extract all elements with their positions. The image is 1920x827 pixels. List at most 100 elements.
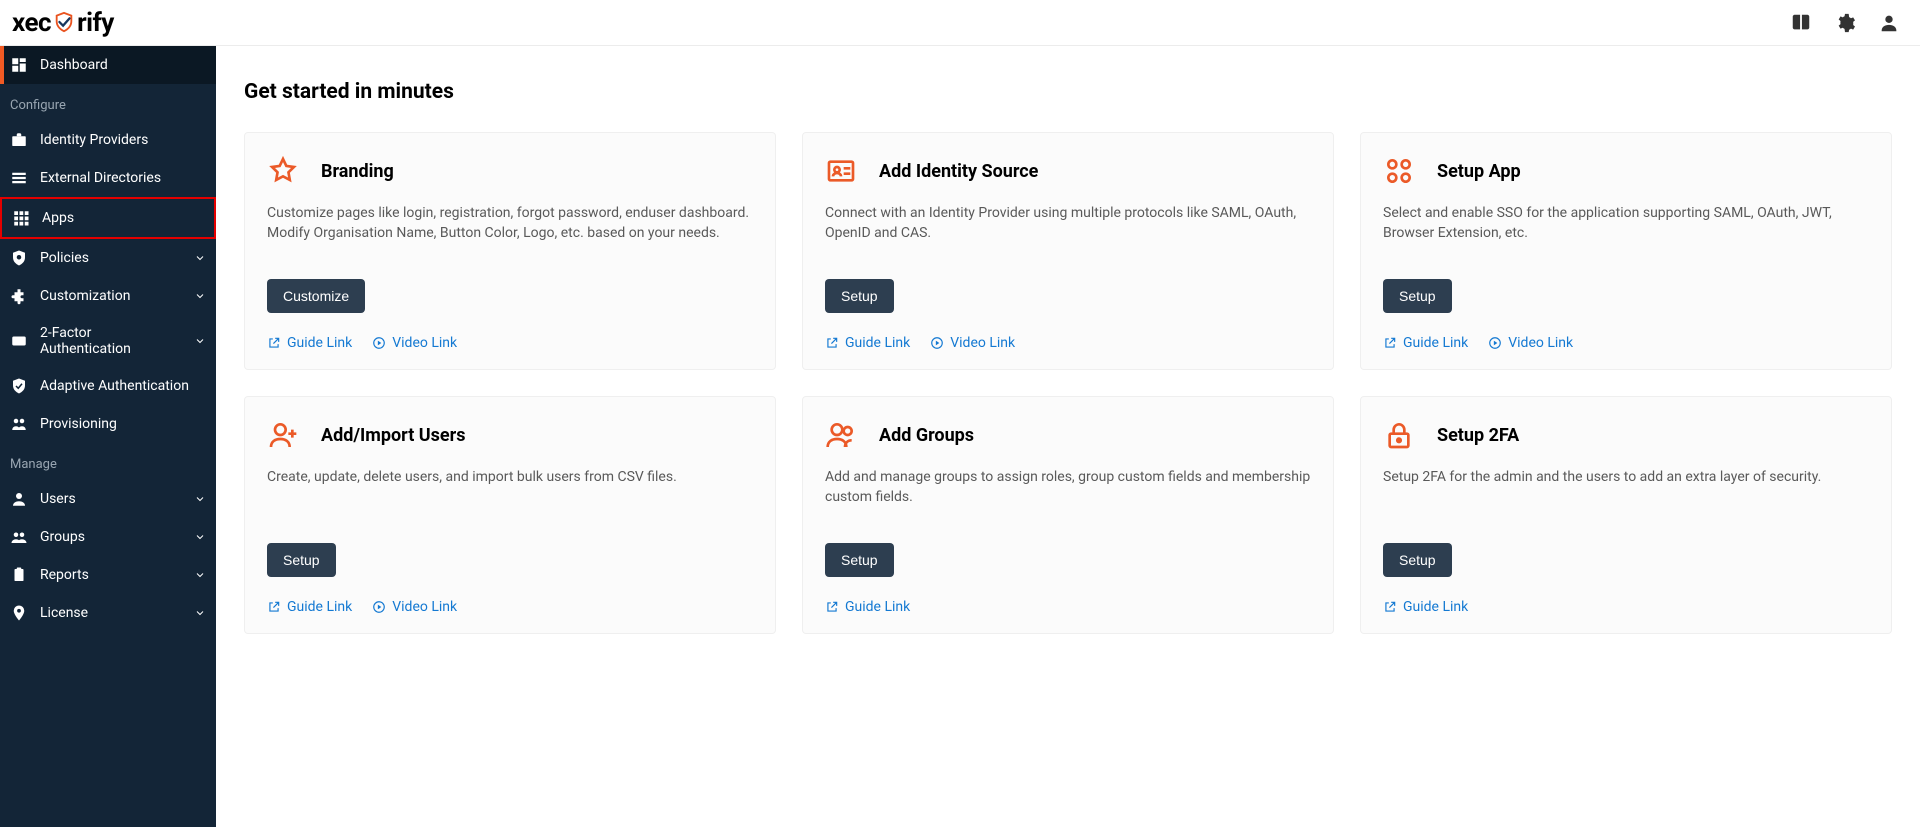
card-add-import-users: Add/Import Users Create, update, delete u… — [244, 396, 776, 634]
sidebar-section-title: Configure — [0, 84, 216, 121]
card-branding: BrandingCustomize pages like login, regi… — [244, 132, 776, 370]
user-icon — [10, 490, 28, 508]
logo-text-left: xec — [12, 8, 51, 38]
chevron-down-icon — [194, 531, 206, 543]
sidebar: DashboardConfigure Identity Providers Exte… — [0, 46, 216, 827]
book-icon[interactable] — [1790, 12, 1812, 34]
card-links: Guide Link Video Link — [267, 599, 753, 615]
logo-text-right: rify — [77, 8, 114, 38]
sidebar-item-label: External Directories — [40, 170, 206, 186]
sidebar-item-identity-providers[interactable]: Identity Providers — [0, 121, 216, 159]
card-links: Guide Link — [1383, 599, 1869, 615]
chevron-down-icon — [194, 607, 206, 619]
star-icon — [267, 155, 299, 187]
shield-icon — [53, 10, 75, 36]
video-link[interactable]: Video Link — [930, 335, 1015, 351]
card-add-identity-source: Add Identity Source Connect with an Ident… — [802, 132, 1334, 370]
guide-link[interactable]: Guide Link — [1383, 599, 1468, 615]
sidebar-item-users[interactable]: Users — [0, 480, 216, 518]
card-desc: Add and manage groups to assign roles, g… — [825, 467, 1311, 525]
sidebar-item-apps[interactable]: Apps — [0, 197, 216, 239]
shield-icon — [10, 377, 28, 395]
video-link[interactable]: Video Link — [1488, 335, 1573, 351]
guide-link[interactable]: Guide Link — [825, 599, 910, 615]
card-add-groups: Add Groups Add and manage groups to assig… — [802, 396, 1334, 634]
location-icon — [10, 604, 28, 622]
sidebar-item-label: Users — [40, 491, 182, 507]
card-action-button[interactable]: Setup — [825, 279, 894, 313]
sidebar-item-label: Provisioning — [40, 416, 206, 432]
card-action-button[interactable]: Setup — [1383, 543, 1452, 577]
play-icon — [372, 600, 386, 614]
guide-link[interactable]: Guide Link — [1383, 335, 1468, 351]
play-icon — [372, 336, 386, 350]
open-icon — [1383, 336, 1397, 350]
people-sync-icon — [10, 415, 28, 433]
guide-link-label: Guide Link — [287, 599, 352, 615]
guide-link[interactable]: Guide Link — [825, 335, 910, 351]
card-action-button[interactable]: Setup — [1383, 279, 1452, 313]
sidebar-item-2-factor-authentication[interactable]: 2-Factor Authentication — [0, 315, 216, 367]
dashboard-icon — [10, 56, 28, 74]
sidebar-item-adaptive-authentication[interactable]: Adaptive Authentication — [0, 367, 216, 405]
video-link-label: Video Link — [392, 599, 457, 615]
card-head: Setup 2FA — [1383, 419, 1869, 451]
video-link-label: Video Link — [1508, 335, 1573, 351]
guide-link[interactable]: Guide Link — [267, 335, 352, 351]
open-icon — [825, 600, 839, 614]
card-action-button[interactable]: Customize — [267, 279, 365, 313]
sidebar-item-external-directories[interactable]: External Directories — [0, 159, 216, 197]
cards-grid: BrandingCustomize pages like login, regi… — [244, 132, 1892, 634]
card-setup-2fa: Setup 2FASetup 2FA for the admin and the… — [1360, 396, 1892, 634]
sidebar-item-label: Identity Providers — [40, 132, 206, 148]
sidebar-item-policies[interactable]: Policies — [0, 239, 216, 277]
sidebar-item-reports[interactable]: Reports — [0, 556, 216, 594]
card-title: Setup 2FA — [1437, 425, 1519, 446]
sidebar-item-provisioning[interactable]: Provisioning — [0, 405, 216, 443]
sidebar-item-label: Customization — [40, 288, 182, 304]
card-title: Add Identity Source — [879, 161, 1038, 182]
guide-link[interactable]: Guide Link — [267, 599, 352, 615]
chevron-down-icon — [194, 252, 206, 264]
card-setup-app: Setup AppSelect and enable SSO for the a… — [1360, 132, 1892, 370]
gear-icon[interactable] — [1834, 12, 1856, 34]
apps-icon — [1383, 155, 1415, 187]
sidebar-item-label: Adaptive Authentication — [40, 378, 206, 394]
video-link[interactable]: Video Link — [372, 335, 457, 351]
card-desc: Connect with an Identity Provider using … — [825, 203, 1311, 261]
sidebar-section-title: Manage — [0, 443, 216, 480]
users-icon — [825, 419, 857, 451]
card-links: Guide Link Video Link — [825, 335, 1311, 351]
topbar-right — [1790, 12, 1900, 34]
card-desc: Create, update, delete users, and import… — [267, 467, 753, 525]
guide-link-label: Guide Link — [845, 599, 910, 615]
card-title: Setup App — [1437, 161, 1521, 182]
play-icon — [1488, 336, 1502, 350]
sidebar-item-dashboard[interactable]: Dashboard — [0, 46, 216, 84]
sidebar-item-customization[interactable]: Customization — [0, 277, 216, 315]
grid-icon — [12, 209, 30, 227]
card-action-button[interactable]: Setup — [267, 543, 336, 577]
video-link[interactable]: Video Link — [372, 599, 457, 615]
card-head: Add Groups — [825, 419, 1311, 451]
chevron-down-icon — [194, 335, 206, 347]
sidebar-item-label: Groups — [40, 529, 182, 545]
twofa-icon — [10, 332, 28, 350]
card-links: Guide Link Video Link — [1383, 335, 1869, 351]
logo[interactable]: xec rify — [12, 8, 114, 38]
play-icon — [930, 336, 944, 350]
user-icon[interactable] — [1878, 12, 1900, 34]
card-head: Add Identity Source — [825, 155, 1311, 187]
shield-badge-icon — [10, 249, 28, 267]
card-head: Add/Import Users — [267, 419, 753, 451]
card-action-button[interactable]: Setup — [825, 543, 894, 577]
sidebar-item-label: 2-Factor Authentication — [40, 325, 182, 357]
sidebar-item-label: Apps — [42, 210, 204, 226]
clipboard-icon — [10, 566, 28, 584]
card-desc: Customize pages like login, registration… — [267, 203, 753, 261]
sidebar-item-license[interactable]: License — [0, 594, 216, 632]
sidebar-item-label: Policies — [40, 250, 182, 266]
sidebar-item-groups[interactable]: Groups — [0, 518, 216, 556]
chevron-down-icon — [194, 569, 206, 581]
open-icon — [267, 600, 281, 614]
